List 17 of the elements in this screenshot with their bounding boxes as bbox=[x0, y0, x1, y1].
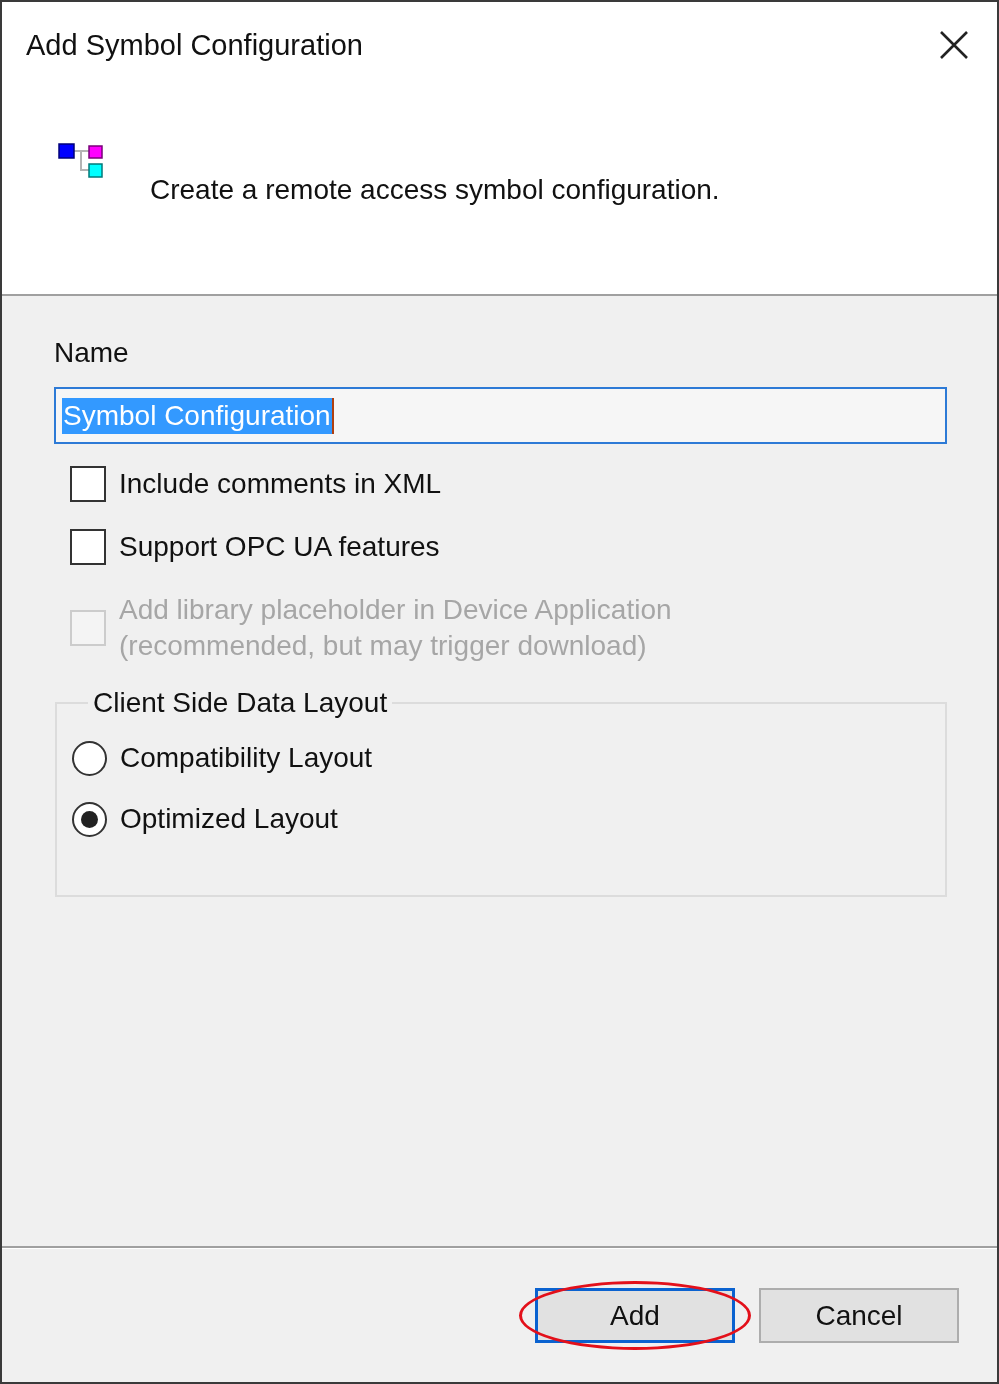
window-title: Add Symbol Configuration bbox=[26, 28, 363, 63]
cancel-button[interactable]: Cancel bbox=[759, 1288, 959, 1343]
checkbox-label: Support OPC UA features bbox=[119, 530, 440, 564]
radio-label: Optimized Layout bbox=[120, 802, 338, 836]
close-icon[interactable] bbox=[940, 31, 968, 59]
checkbox[interactable] bbox=[70, 529, 106, 565]
radio-button[interactable] bbox=[72, 801, 107, 837]
checkbox-label: Include comments in XML bbox=[119, 467, 442, 501]
dialog-description: Create a remote access symbol configuration. bbox=[150, 173, 720, 207]
radio-label: Compatibility Layout bbox=[120, 741, 373, 775]
radio-button[interactable] bbox=[72, 740, 107, 776]
hierarchy-icon bbox=[58, 143, 104, 179]
name-label: Name bbox=[54, 336, 129, 370]
group-title: Client Side Data Layout bbox=[92, 686, 389, 720]
checkbox[interactable] bbox=[70, 466, 106, 502]
add-button[interactable]: Add bbox=[535, 1288, 735, 1343]
checkbox-label: Add library placeholder in Device Application (recommended, but may trigger download) bbox=[119, 593, 673, 663]
